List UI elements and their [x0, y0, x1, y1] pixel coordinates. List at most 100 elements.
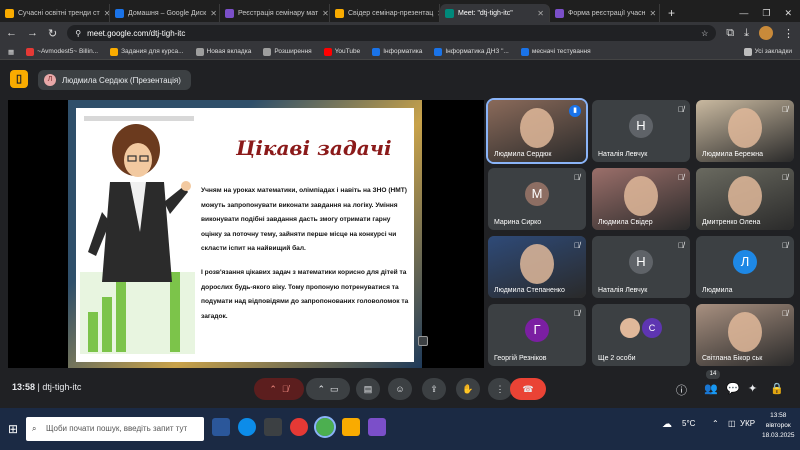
- emoji-button[interactable]: ☺: [388, 378, 412, 400]
- participant-name: Людмила: [702, 287, 733, 294]
- mic-off-icon: 🎙̸: [782, 105, 788, 114]
- close-window-icon[interactable]: ✕: [784, 8, 792, 19]
- microphone-toggle[interactable]: ⌃ 🎙̸: [254, 378, 304, 400]
- participant-tile[interactable]: Н 🎙̸ Наталія Левчук: [592, 100, 690, 162]
- host-controls-icon[interactable]: 🔒: [770, 382, 784, 395]
- browser-tab[interactable]: Домашня – Google Диск ✕: [110, 4, 220, 22]
- bookmark-star-icon[interactable]: ☆: [701, 29, 708, 38]
- browser-tab[interactable]: Свідер семінар-презентац✕: [330, 4, 440, 22]
- bookmark-item[interactable]: Новая вкладка: [195, 47, 252, 56]
- bookmark-item[interactable]: месначі тестування: [520, 47, 591, 56]
- presenter-chip[interactable]: Л Людмила Сердюк (Презентація): [38, 70, 191, 90]
- participant-name: Людмила Бережна: [702, 151, 764, 158]
- downloads-icon[interactable]: ⤓: [744, 27, 749, 40]
- bookmark-item[interactable]: ~Avmodest5~ Billin...: [26, 47, 98, 56]
- bookmark-label: YouTube: [334, 48, 361, 55]
- participant-tile[interactable]: 🎙̸ Людмила Степаненко: [488, 236, 586, 298]
- participant-name: Георгій Резніков: [494, 355, 547, 362]
- all-bookmarks[interactable]: Усі закладки: [743, 47, 792, 56]
- back-icon[interactable]: ←: [6, 27, 17, 39]
- edge-icon[interactable]: [238, 418, 256, 436]
- apps-icon[interactable]: ▦: [8, 48, 14, 56]
- participant-tile[interactable]: 🎙̸ Дмитренко Олена: [696, 168, 794, 230]
- weather-temp[interactable]: 5°C: [682, 419, 695, 428]
- forward-icon[interactable]: →: [27, 27, 38, 39]
- new-tab-button[interactable]: +: [660, 4, 683, 22]
- mic-off-icon: 🎙̸: [678, 173, 684, 182]
- chat-icon[interactable]: 💬: [726, 382, 740, 395]
- minimize-icon[interactable]: —: [739, 8, 748, 18]
- activities-icon[interactable]: ✦: [748, 382, 757, 395]
- participant-avatar: М: [525, 182, 549, 206]
- taskbar-clock[interactable]: 13:58 вівторок 18.03.2025: [762, 411, 795, 441]
- browser-tab-strip: Сучасні освітні тренди ст ✕ Домашня – Goog…: [0, 0, 800, 22]
- participant-tile[interactable]: Л 🎙̸ Людмила: [696, 236, 794, 298]
- search-icon: ⌕: [32, 424, 37, 433]
- participant-face: [728, 312, 762, 352]
- browser-tab[interactable]: Сучасні освітні тренди ст ✕: [0, 4, 110, 22]
- bookmark-item[interactable]: Інформатика: [372, 47, 422, 56]
- browser-tab[interactable]: Meet: "dtj-tigh-itc" ✕: [440, 4, 550, 22]
- participant-face: [728, 108, 762, 148]
- menu-icon[interactable]: ⋮: [783, 27, 794, 40]
- raise-hand-button[interactable]: ✋: [456, 378, 480, 400]
- slide-decor-bar: [84, 116, 194, 121]
- captions-button[interactable]: ▤: [356, 378, 380, 400]
- bookmark-item[interactable]: Розширення: [263, 47, 312, 56]
- more-options-button[interactable]: ⋮: [488, 378, 512, 400]
- word-icon[interactable]: [212, 418, 230, 436]
- leave-call-button[interactable]: ☎: [510, 378, 546, 400]
- file-explorer-icon[interactable]: [342, 418, 360, 436]
- viber-icon[interactable]: [368, 418, 386, 436]
- reload-icon[interactable]: ↻: [48, 27, 57, 40]
- mic-off-icon: 🎙̸: [574, 173, 580, 182]
- maximize-icon[interactable]: ❐: [762, 8, 770, 19]
- taskbar-search[interactable]: ⌕ Щоби почати пошук, введіть запит тут: [26, 417, 204, 441]
- close-tab-icon[interactable]: ✕: [210, 9, 217, 18]
- participant-tile[interactable]: 🎙̸ Світлана Бікор ськ: [696, 304, 794, 366]
- tab-title: Реєстрація семінару мат: [238, 9, 319, 17]
- browser-tab[interactable]: Форма реєстрації учасн ✕: [550, 4, 660, 22]
- task-view-icon[interactable]: [264, 418, 282, 436]
- participant-face: [728, 176, 762, 216]
- participant-name: Ще 2 особи: [598, 355, 636, 362]
- present-button[interactable]: ⇪: [422, 378, 446, 400]
- browser-tab[interactable]: Реєстрація семінару мат ✕: [220, 4, 330, 22]
- chrome-icon[interactable]: [314, 416, 336, 438]
- tray-overflow-icon[interactable]: ⌃: [712, 419, 719, 428]
- people-count-badge: 14: [706, 370, 720, 379]
- participant-tile[interactable]: 🎙̸ Людмила Бережна: [696, 100, 794, 162]
- participant-tile[interactable]: Г 🎙̸ Георгій Резніков: [488, 304, 586, 366]
- site-info-icon[interactable]: ⚲: [75, 29, 81, 38]
- close-tab-icon[interactable]: ✕: [322, 9, 329, 18]
- participant-tile[interactable]: Н 🎙̸ Наталія Левчук: [592, 236, 690, 298]
- keyboard-language[interactable]: УКР: [740, 419, 755, 428]
- windows-start-icon[interactable]: ⊞: [8, 422, 18, 436]
- profile-avatar[interactable]: [759, 26, 773, 40]
- bookmark-label: Новая вкладка: [206, 48, 252, 55]
- participant-tile[interactable]: ▮ Людмила Сердюк: [486, 98, 588, 164]
- network-icon[interactable]: ◫: [728, 419, 736, 428]
- bookmark-item[interactable]: Задания для курса...: [110, 47, 184, 56]
- bookmark-item[interactable]: YouTube: [323, 47, 361, 56]
- bookmark-item[interactable]: Інформатика ДНЗ "...: [434, 47, 509, 56]
- opera-icon[interactable]: [290, 418, 308, 436]
- people-icon[interactable]: 👥: [704, 382, 718, 395]
- close-tab-icon[interactable]: ✕: [649, 9, 656, 18]
- url-field[interactable]: ⚲ meet.google.com/dtj-tigh-itc ☆: [67, 25, 717, 41]
- meeting-controls: 13:58 | dtj-tigh-itc ⌃ 🎙̸ ⌃ ▭ ▤ ☺ ⇪ ✋ ⋮ …: [0, 370, 800, 406]
- camera-toggle[interactable]: ⌃ ▭: [306, 378, 350, 400]
- participant-tile[interactable]: 🎙̸ Людмила Свідер: [592, 168, 690, 230]
- bookmark-label: Інформатика ДНЗ "...: [445, 48, 509, 55]
- speaking-indicator-icon: ▮: [569, 105, 581, 117]
- participant-name: Наталія Левчук: [598, 287, 648, 294]
- extensions-icon[interactable]: ⧉: [726, 27, 734, 40]
- folder-icon: [743, 47, 752, 56]
- participant-tile[interactable]: М 🎙̸ Марина Сирко: [488, 168, 586, 230]
- bookmark-favicon: [26, 47, 35, 56]
- presenter-label: Людмила Сердюк (Презентація): [62, 75, 181, 85]
- participant-tile[interactable]: С Ще 2 особи: [592, 304, 690, 366]
- meeting-details-icon[interactable]: ⓘ: [676, 382, 687, 398]
- close-tab-icon[interactable]: ✕: [537, 9, 544, 18]
- pin-presentation-icon[interactable]: [418, 336, 428, 346]
